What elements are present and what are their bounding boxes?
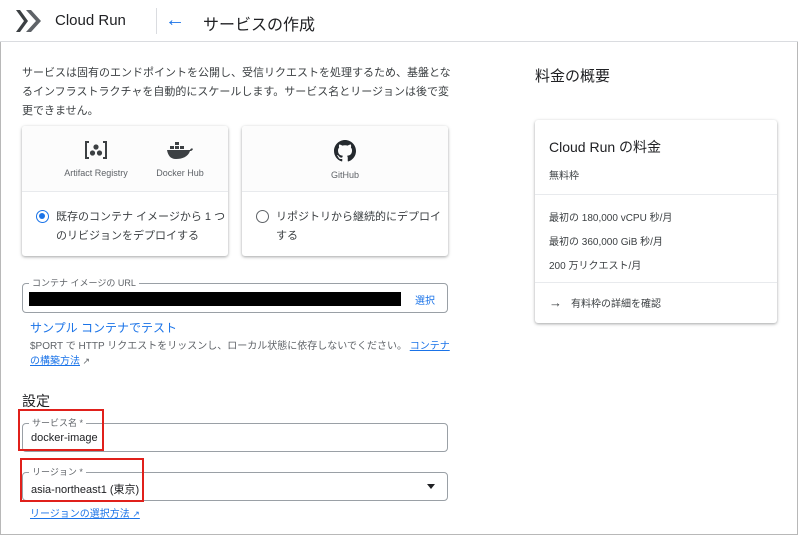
region-help-link[interactable]: リージョンの選択方法 ↗ — [30, 505, 140, 520]
source-option-github[interactable]: GitHub リポジトリから継続的にデプロイする — [242, 126, 448, 256]
page-title: サービスの作成 — [203, 17, 316, 34]
arrow-right-icon: → — [549, 295, 562, 310]
artifact-registry-icon — [85, 141, 107, 159]
highlight-box-service-name — [18, 409, 104, 451]
top-bar: Cloud Run ← サービスの作成 — [0, 0, 798, 42]
artifact-registry-label: Artifact Registry — [64, 168, 128, 178]
external-link-icon: ↗ — [129, 509, 140, 519]
pricing-line-requests: 200 万リクエスト/月 — [549, 261, 642, 272]
pricing-summary-heading: 料金の概要 — [535, 68, 611, 85]
source-logos: Artifact Registry Docker Hub — [22, 126, 228, 192]
container-image-url-field[interactable]: コンテナ イメージの URL 選択 — [22, 277, 448, 313]
paid-tier-details-link[interactable]: → 有料枠の詳細を確認 — [549, 295, 661, 310]
pricing-line-memory: 最初の 360,000 GiB 秒/月 — [549, 237, 663, 248]
github-icon — [334, 140, 356, 162]
docker-hub-source: Docker Hub — [140, 140, 220, 178]
redacted-value — [29, 292, 401, 306]
source-logos-github: GitHub — [242, 126, 448, 192]
intro-text: サービスは固有のエンドポイントを公開し、受信リクエストを処理するため、基盤となる… — [22, 67, 451, 117]
dropdown-arrow-icon[interactable] — [427, 484, 435, 489]
container-image-url-label: コンテナ イメージの URL — [29, 277, 139, 289]
helper-text-body: $PORT で HTTP リクエストをリッスンし、ローカル状態に依存しないでくだ… — [30, 341, 407, 352]
header-divider — [156, 8, 157, 34]
app-name[interactable]: Cloud Run — [55, 12, 126, 29]
artifact-registry-source: Artifact Registry — [44, 140, 148, 178]
cloud-run-logo — [16, 10, 41, 32]
docker-hub-label: Docker Hub — [156, 168, 204, 178]
pricing-divider — [535, 282, 777, 283]
github-source: GitHub — [242, 140, 448, 180]
helper-text: $PORT で HTTP リクエストをリッスンし、ローカル状態に依存しないでくだ… — [30, 340, 450, 369]
radio-github-label: リポジトリから継続的にデプロイする — [276, 211, 441, 242]
radio-existing-image-label: 既存のコンテナ イメージから 1 つのリビジョンをデプロイする — [56, 211, 226, 242]
pricing-divider — [535, 194, 777, 195]
radio-button-unselected[interactable] — [256, 210, 269, 223]
pricing-card-title: Cloud Run の料金 — [549, 139, 662, 155]
external-link-icon: ↗ — [80, 356, 91, 366]
radio-button-selected[interactable] — [36, 210, 49, 223]
settings-heading: 設定 — [22, 393, 50, 409]
highlight-box-region — [20, 458, 144, 502]
select-image-button[interactable]: 選択 — [415, 292, 435, 307]
sample-container-link[interactable]: サンプル コンテナでテスト — [30, 319, 177, 336]
source-option-existing-image[interactable]: Artifact Registry Docker Hub 既存のコンテナ イメー… — [22, 126, 228, 256]
free-tier-label: 無料枠 — [549, 171, 579, 182]
docker-icon — [167, 142, 193, 159]
github-label: GitHub — [330, 170, 359, 180]
pricing-line-vcpu: 最初の 180,000 vCPU 秒/月 — [549, 213, 673, 224]
arrow-left-icon[interactable]: ← — [164, 9, 186, 31]
pricing-card: Cloud Run の料金 無料枠 最初の 180,000 vCPU 秒/月 最… — [535, 120, 777, 323]
